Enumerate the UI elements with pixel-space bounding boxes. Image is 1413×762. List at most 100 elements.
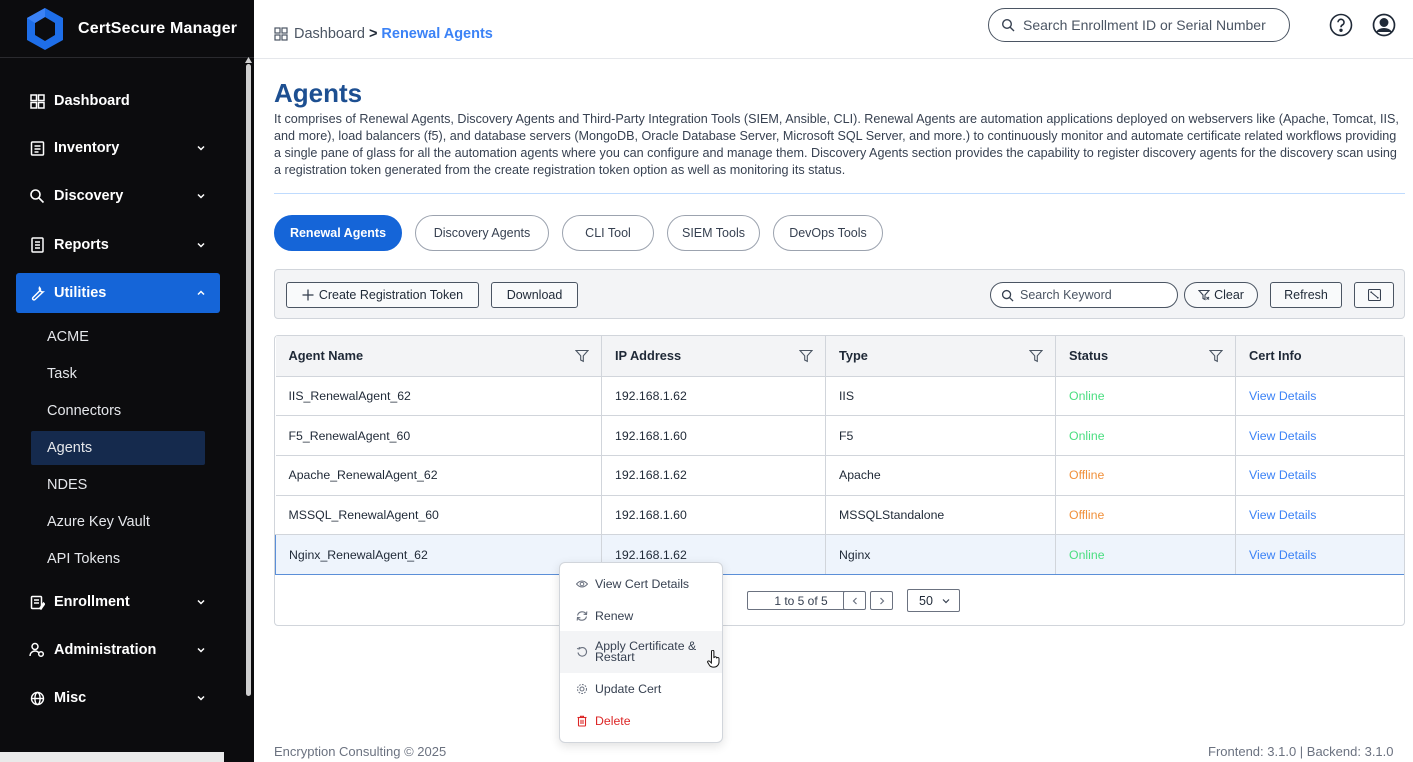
menu-item-view-cert-details[interactable]: View Cert Details	[560, 573, 722, 595]
sidebar-item-label: Misc	[54, 690, 87, 706]
column-header-agent-name[interactable]: Agent Name	[275, 336, 602, 377]
trash-icon	[577, 715, 587, 727]
sidebar-item-label: Reports	[54, 237, 109, 253]
row-context-menu: View Cert Details Renew Apply Certificat…	[559, 562, 723, 743]
sidebar-item-misc[interactable]: Misc	[16, 678, 220, 718]
cell-status: Online	[1055, 534, 1236, 575]
table-toolbar: Create Registration Token Download Clear…	[274, 269, 1405, 319]
plus-icon	[302, 289, 314, 301]
view-details-link[interactable]: View Details	[1235, 455, 1404, 496]
cell-agent-name: Apache_RenewalAgent_62	[275, 455, 602, 496]
sidebar-item-label: Administration	[54, 642, 157, 658]
cell-agent-name: MSSQL_RenewalAgent_60	[275, 495, 602, 536]
table-row[interactable]: IIS_RenewalAgent_62 192.168.1.62 IIS Onl…	[275, 376, 1404, 417]
breadcrumb-home[interactable]: Dashboard	[294, 26, 365, 42]
sidebar-sub-acme[interactable]: ACME	[31, 320, 205, 354]
sidebar-sub-agents[interactable]: Agents	[31, 431, 205, 465]
menu-item-apply-certificate-restart[interactable]: Apply Certificate & Restart	[560, 631, 722, 673]
menu-item-renew[interactable]: Renew	[560, 605, 722, 627]
clear-label: Clear	[1214, 288, 1244, 302]
filter-icon[interactable]	[1029, 349, 1043, 363]
view-details-link[interactable]: View Details	[1235, 415, 1404, 456]
breadcrumb-separator: >	[368, 26, 378, 42]
sidebar-item-administration[interactable]: Administration	[16, 630, 220, 670]
tab-renewal-agents[interactable]: Renewal Agents	[274, 215, 402, 251]
cell-ip-address: 192.168.1.62	[601, 455, 826, 496]
sidebar-item-label: Inventory	[54, 140, 120, 156]
table-row[interactable]: Apache_RenewalAgent_62 192.168.1.62 Apac…	[275, 455, 1404, 496]
menu-item-update-cert[interactable]: Update Cert	[560, 678, 722, 700]
table-row[interactable]: F5_RenewalAgent_60 192.168.1.60 F5 Onlin…	[275, 415, 1404, 456]
status-bar-url	[0, 752, 224, 762]
sidebar: CertSecure Manager Dashboard Inventory D…	[0, 0, 254, 762]
chevron-down-icon	[197, 242, 205, 248]
menu-item-delete[interactable]: Delete	[560, 710, 722, 732]
help-icon[interactable]	[1329, 13, 1353, 37]
sidebar-scrollbar[interactable]	[246, 64, 251, 696]
download-button[interactable]: Download	[491, 282, 578, 308]
keyword-search-input[interactable]	[1020, 288, 1170, 302]
search-icon	[1001, 18, 1015, 32]
tab-devops-tools[interactable]: DevOps Tools	[773, 215, 883, 251]
page-size-select[interactable]: 50	[907, 589, 960, 612]
filter-icon[interactable]	[799, 349, 813, 363]
hand-pointer-cursor-icon	[707, 650, 720, 668]
search-icon	[1001, 289, 1014, 302]
brand: CertSecure Manager	[0, 0, 254, 58]
sidebar-sub-api-tokens[interactable]: API Tokens	[31, 542, 205, 576]
sidebar-sub-connectors[interactable]: Connectors	[31, 394, 205, 428]
chevron-down-icon	[197, 145, 205, 151]
table-row-selected[interactable]: Nginx_RenewalAgent_62 192.168.1.62 Nginx…	[275, 534, 1404, 575]
sidebar-sub-ndes[interactable]: NDES	[31, 468, 205, 502]
gear-icon	[577, 684, 587, 694]
view-details-link[interactable]: View Details	[1235, 495, 1404, 536]
dashboard-icon	[28, 92, 46, 110]
chevron-down-icon	[197, 599, 205, 605]
tab-discovery-agents[interactable]: Discovery Agents	[415, 215, 549, 251]
table-row[interactable]: MSSQL_RenewalAgent_60 192.168.1.60 MSSQL…	[275, 495, 1404, 536]
footer-copyright: Encryption Consulting © 2025	[274, 744, 447, 759]
pagination-info: 1 to 5 of 5	[747, 591, 855, 610]
next-page-button[interactable]	[870, 591, 893, 610]
clear-filter-button[interactable]: Clear	[1184, 282, 1258, 308]
sidebar-item-dashboard[interactable]: Dashboard	[16, 81, 220, 121]
sidebar-item-utilities[interactable]: Utilities	[16, 273, 220, 313]
sidebar-item-discovery[interactable]: Discovery	[16, 176, 220, 216]
form-icon	[28, 593, 46, 611]
tab-cli-tool[interactable]: CLI Tool	[562, 215, 654, 251]
sidebar-item-reports[interactable]: Reports	[16, 225, 220, 265]
sidebar-item-label: Utilities	[54, 285, 107, 301]
page-description: It comprises of Renewal Agents, Discover…	[274, 112, 1399, 177]
column-header-ip-address[interactable]: IP Address	[601, 336, 826, 377]
global-search[interactable]	[988, 8, 1290, 42]
sidebar-sub-task[interactable]: Task	[31, 357, 205, 391]
sidebar-item-inventory[interactable]: Inventory	[16, 128, 220, 168]
cell-ip-address: 192.168.1.60	[601, 415, 826, 456]
sidebar-item-label: Enrollment	[54, 594, 130, 610]
create-token-label: Create Registration Token	[318, 288, 464, 302]
prev-page-button[interactable]	[843, 591, 866, 610]
cell-status: Online	[1055, 376, 1236, 417]
keyword-search[interactable]	[990, 282, 1178, 308]
cell-type: IIS	[825, 376, 1056, 417]
user-account-icon[interactable]	[1372, 13, 1396, 37]
sidebar-sub-azure-key-vault[interactable]: Azure Key Vault	[31, 505, 205, 539]
scroll-up-arrow-icon[interactable]	[245, 57, 252, 63]
column-header-type[interactable]: Type	[825, 336, 1056, 377]
expand-button[interactable]	[1354, 282, 1394, 308]
global-search-input[interactable]	[1023, 17, 1273, 33]
view-details-link[interactable]: View Details	[1235, 534, 1404, 575]
create-registration-token-button[interactable]: Create Registration Token	[286, 282, 479, 308]
column-header-status[interactable]: Status	[1055, 336, 1236, 377]
filter-icon[interactable]	[575, 349, 589, 363]
cell-ip-address: 192.168.1.60	[601, 495, 826, 536]
refresh-button[interactable]: Refresh	[1270, 282, 1342, 308]
breadcrumb-current: Renewal Agents	[381, 26, 493, 42]
agents-table: Agent Name IP Address Type Status Cert I…	[275, 336, 1404, 575]
view-details-link[interactable]: View Details	[1235, 376, 1404, 417]
cell-status: Online	[1055, 415, 1236, 456]
tab-siem-tools[interactable]: SIEM Tools	[667, 215, 760, 251]
filter-icon[interactable]	[1209, 349, 1223, 363]
sidebar-item-enrollment[interactable]: Enrollment	[16, 582, 220, 622]
eye-icon	[576, 580, 588, 588]
